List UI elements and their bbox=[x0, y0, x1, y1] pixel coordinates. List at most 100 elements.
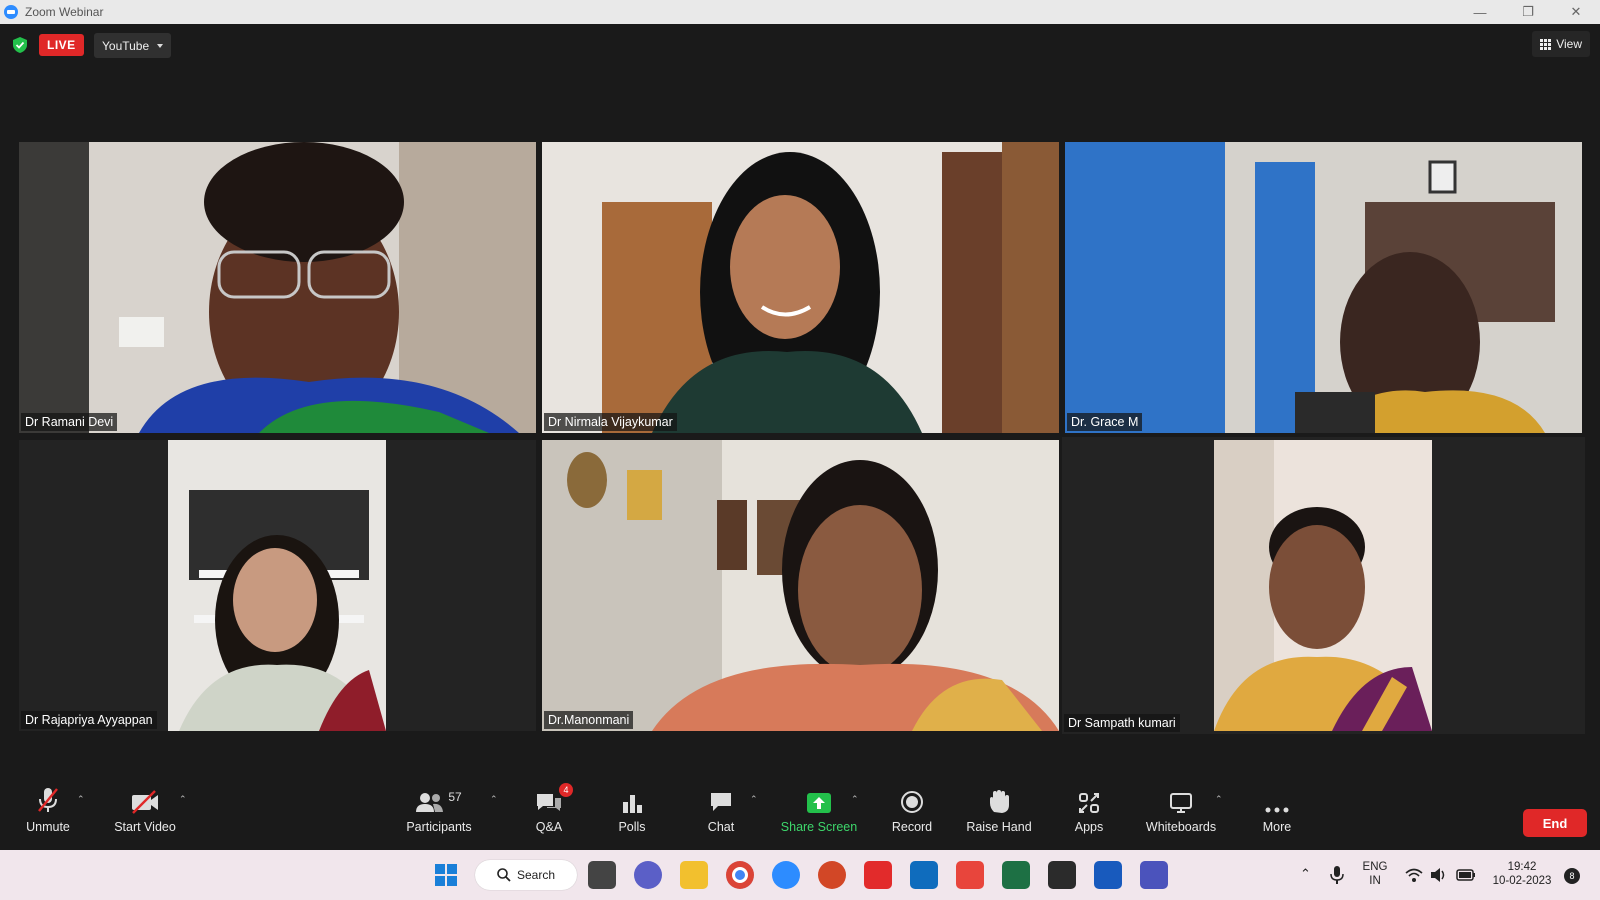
participants-button[interactable]: 57 Participants bbox=[403, 782, 475, 850]
video-tile[interactable]: Dr. Grace M bbox=[1065, 142, 1582, 433]
raise-hand-icon bbox=[990, 790, 1009, 813]
outlook-icon[interactable] bbox=[910, 861, 938, 889]
anydesk-icon[interactable] bbox=[956, 861, 984, 889]
audio-options-chevron-icon[interactable]: ⌃ bbox=[77, 794, 85, 805]
participants-icon bbox=[416, 793, 444, 812]
qa-label: Q&A bbox=[535, 820, 563, 834]
view-label: View bbox=[1556, 37, 1582, 51]
windows-start-icon[interactable] bbox=[434, 863, 458, 887]
window-titlebar: Zoom Webinar — ❐ ✕ bbox=[0, 0, 1600, 24]
search-icon bbox=[497, 868, 511, 882]
meeting-topbar: LIVE YouTube View bbox=[0, 24, 1600, 68]
sticky-notes-icon[interactable] bbox=[1048, 861, 1076, 889]
teams-icon[interactable] bbox=[1140, 861, 1168, 889]
polls-button[interactable]: Polls bbox=[612, 782, 652, 850]
speaker-volume-icon[interactable] bbox=[1430, 867, 1448, 883]
start-video-label: Start Video bbox=[114, 820, 176, 834]
clock[interactable]: 19:42 10-02-2023 bbox=[1484, 860, 1560, 888]
participant-name: Dr. Grace M bbox=[1067, 413, 1143, 431]
qa-icon bbox=[537, 794, 561, 811]
more-label: More bbox=[1262, 820, 1292, 834]
microphone-muted-icon bbox=[38, 788, 58, 812]
video-tile[interactable]: Dr.Manonmani bbox=[542, 440, 1059, 731]
search-label: Search bbox=[517, 868, 556, 882]
close-window-button[interactable]: ✕ bbox=[1552, 0, 1600, 24]
participant-video bbox=[1065, 142, 1582, 433]
whiteboard-icon bbox=[1170, 793, 1192, 813]
whiteboards-button[interactable]: Whiteboards bbox=[1143, 782, 1219, 850]
more-button[interactable]: More bbox=[1258, 782, 1296, 850]
show-hidden-icons-chevron-icon[interactable]: ⌃ bbox=[1300, 866, 1311, 882]
polls-label: Polls bbox=[618, 820, 646, 834]
start-video-button[interactable]: Start Video bbox=[112, 782, 178, 850]
participant-video bbox=[542, 142, 1059, 433]
video-tile[interactable]: Dr Rajapriya Ayyappan bbox=[19, 440, 536, 731]
region-code: IN bbox=[1369, 875, 1381, 887]
wifi-icon[interactable] bbox=[1405, 867, 1423, 883]
participant-name: Dr Nirmala Vijaykumar bbox=[544, 413, 677, 431]
acrobat-icon[interactable] bbox=[864, 861, 892, 889]
windows-taskbar: Search ⌃ ENG IN 19:42 10-02-2023 8 bbox=[0, 850, 1600, 900]
microphone-icon[interactable] bbox=[1330, 865, 1344, 885]
video-tile-active-speaker[interactable]: Dr Sampath kumari bbox=[1062, 437, 1585, 734]
battery-icon[interactable] bbox=[1456, 869, 1476, 881]
qa-button[interactable]: 4 Q&A bbox=[526, 782, 573, 850]
taskbar-search-box[interactable]: Search bbox=[475, 860, 577, 890]
participants-label: Participants bbox=[406, 820, 472, 834]
end-button[interactable]: End bbox=[1523, 809, 1587, 837]
teams-chat-icon[interactable] bbox=[634, 861, 662, 889]
file-explorer-icon[interactable] bbox=[680, 861, 708, 889]
chat-bubble-icon bbox=[711, 793, 731, 811]
chat-button[interactable]: Chat bbox=[700, 782, 742, 850]
share-screen-label: Share Screen bbox=[780, 820, 858, 834]
zoom-taskbar-icon[interactable] bbox=[772, 861, 800, 889]
whiteboards-label: Whiteboards bbox=[1145, 820, 1217, 834]
apps-button[interactable]: Apps bbox=[1070, 782, 1108, 850]
video-options-chevron-icon[interactable]: ⌃ bbox=[179, 794, 187, 805]
clock-time: 19:42 bbox=[1507, 861, 1537, 873]
chevron-down-icon bbox=[157, 43, 164, 48]
share-screen-button[interactable]: Share Screen bbox=[780, 782, 858, 850]
chrome-icon[interactable] bbox=[726, 861, 754, 889]
raise-hand-button[interactable]: Raise Hand bbox=[966, 782, 1032, 850]
task-view-icon[interactable] bbox=[588, 861, 616, 889]
language-code: ENG bbox=[1362, 861, 1388, 873]
participant-video bbox=[542, 440, 1059, 731]
participant-video bbox=[19, 142, 536, 433]
participant-name: Dr Rajapriya Ayyappan bbox=[21, 711, 157, 729]
participant-name: Dr.Manonmani bbox=[544, 711, 634, 729]
shield-icon[interactable] bbox=[13, 37, 27, 53]
live-badge: LIVE bbox=[39, 34, 84, 56]
language-indicator[interactable]: ENG IN bbox=[1355, 860, 1395, 888]
raise-hand-label: Raise Hand bbox=[966, 820, 1032, 834]
qa-badge: 4 bbox=[559, 783, 573, 797]
share-options-chevron-icon[interactable]: ⌃ bbox=[851, 794, 859, 805]
record-label: Record bbox=[891, 820, 933, 834]
restore-button[interactable]: ❐ bbox=[1504, 0, 1552, 24]
word-icon[interactable] bbox=[1094, 861, 1122, 889]
stream-target-label: YouTube bbox=[102, 38, 150, 53]
excel-icon[interactable] bbox=[1002, 861, 1030, 889]
participant-name: Dr Ramani Devi bbox=[21, 413, 118, 431]
view-button[interactable]: View bbox=[1532, 31, 1590, 57]
video-camera-off-icon bbox=[132, 790, 158, 814]
share-screen-icon bbox=[807, 793, 831, 813]
chat-options-chevron-icon[interactable]: ⌃ bbox=[750, 794, 758, 805]
meeting-toolbar: Unmute ⌃ Start Video ⌃ 57 Participants ⌃… bbox=[0, 782, 1600, 850]
clock-date: 10-02-2023 bbox=[1492, 875, 1552, 887]
powerpoint-icon[interactable] bbox=[818, 861, 846, 889]
video-tile[interactable]: Dr Ramani Devi bbox=[19, 142, 536, 433]
unmute-button[interactable]: Unmute bbox=[20, 782, 76, 850]
minimize-button[interactable]: — bbox=[1456, 0, 1504, 24]
grid-icon bbox=[1540, 38, 1552, 50]
window-title: Zoom Webinar bbox=[25, 5, 104, 19]
unmute-label: Unmute bbox=[26, 820, 70, 834]
apps-icon bbox=[1079, 793, 1099, 813]
video-tile[interactable]: Dr Nirmala Vijaykumar bbox=[542, 142, 1059, 433]
polls-bar-chart-icon bbox=[623, 795, 642, 813]
notification-count-badge[interactable]: 8 bbox=[1564, 868, 1580, 884]
participants-options-chevron-icon[interactable]: ⌃ bbox=[490, 794, 498, 805]
record-button[interactable]: Record bbox=[887, 782, 937, 850]
whiteboards-options-chevron-icon[interactable]: ⌃ bbox=[1215, 794, 1223, 805]
stream-target-dropdown[interactable]: YouTube bbox=[94, 33, 172, 58]
